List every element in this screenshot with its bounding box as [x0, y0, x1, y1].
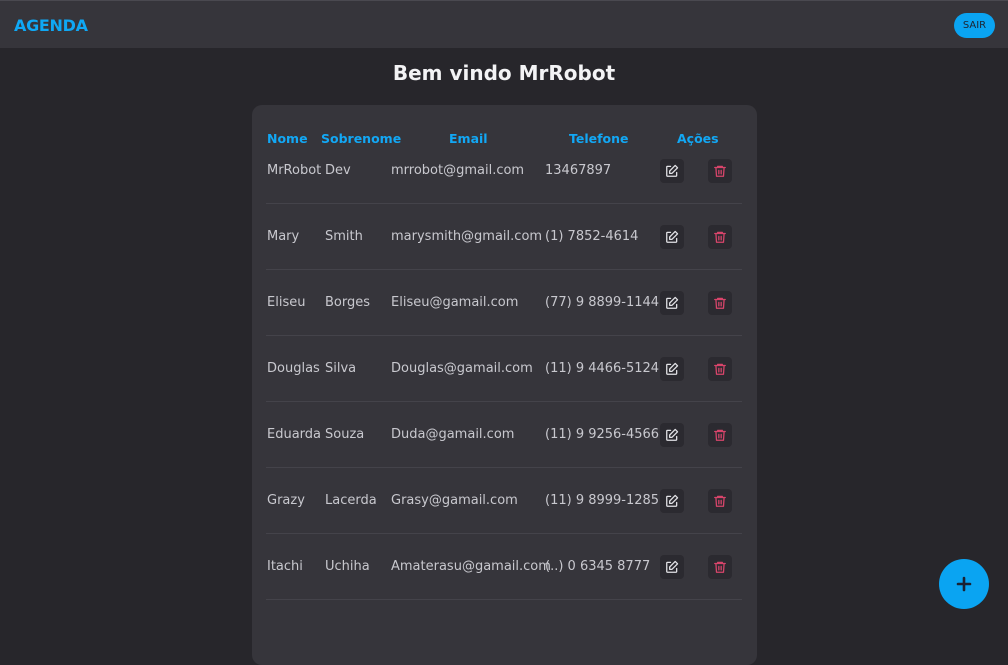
cell-email: Grasy@gamail.com — [391, 493, 518, 508]
cell-nome: Grazy — [267, 493, 305, 508]
trash-icon — [714, 561, 726, 573]
delete-button[interactable] — [708, 555, 732, 579]
cell-telefone: (..) 0 6345 8777 — [545, 559, 651, 574]
cell-email: marysmith@gmail.com — [391, 229, 543, 244]
cell-telefone: 13467897 — [545, 163, 612, 178]
trash-icon — [714, 495, 726, 507]
top-navbar: AGENDA SAIR — [0, 0, 1008, 48]
delete-button[interactable] — [708, 159, 732, 183]
table-row: Mary Smith marysmith@gmail.com (1) 7852-461… — [266, 204, 742, 270]
edit-icon — [666, 362, 679, 375]
cell-nome: Eliseu — [267, 295, 306, 310]
cell-telefone: (11) 9 4466-5124 — [545, 361, 660, 376]
edit-button[interactable] — [660, 225, 684, 249]
delete-button[interactable] — [708, 423, 732, 447]
cell-nome: Eduarda — [267, 427, 322, 442]
delete-button[interactable] — [708, 357, 732, 381]
edit-button[interactable] — [660, 357, 684, 381]
trash-icon — [714, 231, 726, 243]
cell-telefone: (11) 9 8999-1285 — [545, 493, 660, 508]
table-row: Douglas Silva Douglas@gamail.com (11) 9 446… — [266, 336, 742, 402]
plus-icon — [956, 576, 972, 592]
contacts-table: Nome Sobrenome Email Telefone Ações MrRo… — [252, 105, 757, 665]
edit-button[interactable] — [660, 489, 684, 513]
edit-button[interactable] — [660, 291, 684, 315]
cell-sobrenome: Souza — [325, 427, 365, 442]
table-row: Itachi Uchiha Amaterasu@gamail.com (..) 0 6… — [266, 534, 742, 600]
cell-sobrenome: Silva — [325, 361, 357, 376]
cell-email: mrrobot@gmail.com — [391, 163, 525, 178]
edit-icon — [666, 494, 679, 507]
welcome-heading: Bem vindo MrRobot — [392, 61, 616, 85]
delete-button[interactable] — [708, 225, 732, 249]
table-row: Grazy Lacerda Grasy@gamail.com (11) 9 8999-… — [266, 468, 742, 534]
delete-button[interactable] — [708, 291, 732, 315]
edit-button[interactable] — [660, 159, 684, 183]
edit-button[interactable] — [660, 555, 684, 579]
edit-icon — [666, 560, 679, 573]
cell-telefone: (11) 9 9256-4566 — [545, 427, 660, 442]
cell-sobrenome: Lacerda — [325, 493, 377, 508]
cell-email: Duda@gamail.com — [391, 427, 515, 442]
cell-nome: Mary — [267, 229, 300, 244]
trash-icon — [714, 297, 726, 309]
app-title: AGENDA — [14, 16, 88, 35]
edit-icon — [666, 230, 679, 243]
cell-sobrenome: Borges — [325, 295, 371, 310]
cell-sobrenome: Uchiha — [325, 559, 370, 574]
delete-button[interactable] — [708, 489, 732, 513]
cell-nome: Douglas — [267, 361, 320, 376]
cell-sobrenome: Dev — [325, 163, 351, 178]
add-contact-button[interactable] — [939, 559, 989, 609]
cell-nome: MrRobot — [267, 163, 322, 178]
edit-icon — [666, 428, 679, 441]
edit-icon — [666, 296, 679, 309]
edit-button[interactable] — [660, 423, 684, 447]
logout-button[interactable]: SAIR — [954, 13, 995, 38]
trash-icon — [714, 363, 726, 375]
cell-telefone: (77) 9 8899-1144 — [545, 295, 660, 310]
cell-email: Amaterasu@gamail.com — [391, 559, 551, 574]
table-row: Eduarda Souza Duda@gamail.com (11) 9 9256-4… — [266, 402, 742, 468]
edit-icon — [666, 164, 679, 177]
cell-email: Douglas@gamail.com — [391, 361, 533, 376]
trash-icon — [714, 165, 726, 177]
trash-icon — [714, 429, 726, 441]
cell-email: Eliseu@gamail.com — [391, 295, 519, 310]
table-row: Eliseu Borges Eliseu@gamail.com (77) 9 8899… — [266, 270, 742, 336]
cell-telefone: (1) 7852-4614 — [545, 229, 639, 244]
cell-sobrenome: Smith — [325, 229, 363, 244]
cell-nome: Itachi — [267, 559, 303, 574]
table-row: MrRobot Dev mrrobot@gmail.com 13467897 — [266, 138, 742, 204]
